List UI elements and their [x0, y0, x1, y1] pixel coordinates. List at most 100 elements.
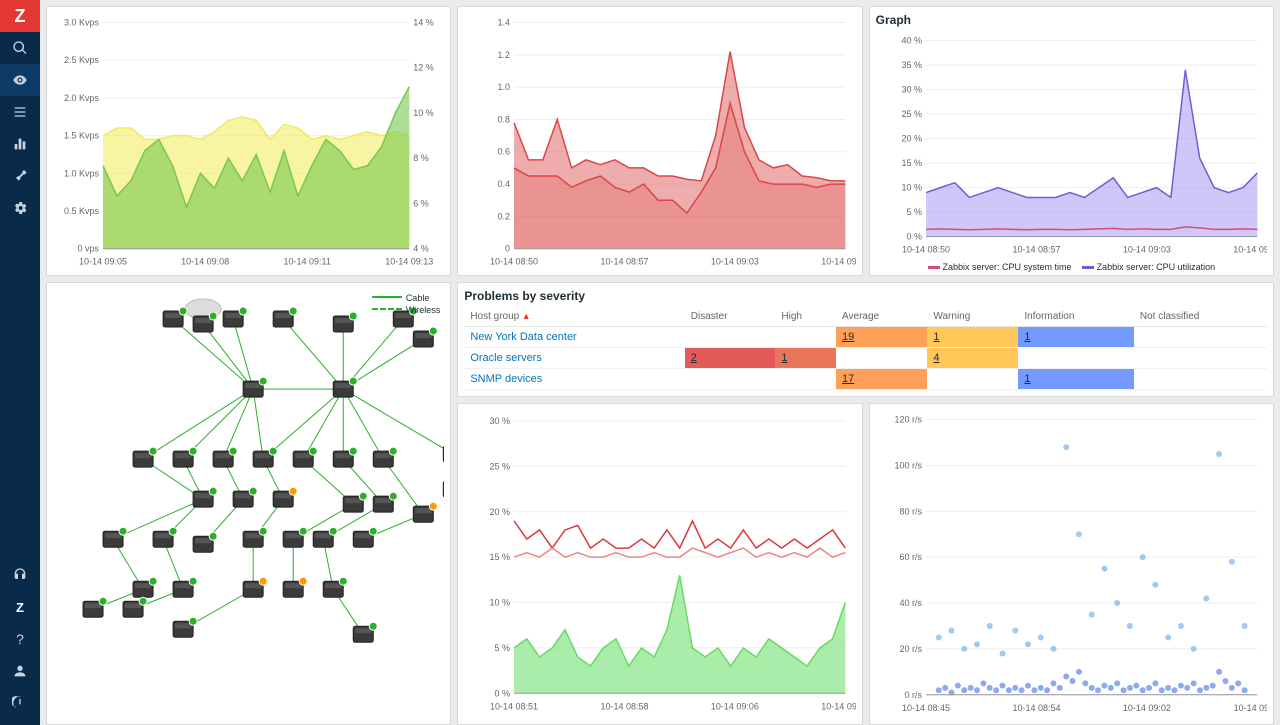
svg-text:10-14 09:02: 10-14 09:02: [1123, 703, 1171, 713]
config-icon[interactable]: [0, 160, 40, 192]
severity-count[interactable]: 1: [1024, 331, 1030, 343]
severity-count[interactable]: 19: [842, 331, 854, 343]
svg-text:20 %: 20 %: [901, 134, 922, 144]
svg-text:10-14 09:11: 10-14 09:11: [1233, 703, 1267, 713]
share-icon[interactable]: Z: [0, 591, 40, 623]
svg-text:1.0 Kvps: 1.0 Kvps: [64, 168, 100, 178]
chart-panel-1: 0 vps0.5 Kvps1.0 Kvps1.5 Kvps2.0 Kvps2.5…: [46, 6, 451, 276]
col-header[interactable]: Information: [1018, 307, 1133, 327]
severity-count[interactable]: 4: [933, 352, 939, 364]
svg-text:10-14 08:57: 10-14 08:57: [601, 257, 649, 267]
col-header[interactable]: Average: [836, 307, 927, 327]
svg-text:120 r/s: 120 r/s: [894, 415, 922, 425]
svg-text:8 %: 8 %: [413, 153, 429, 163]
table-row: Oracle servers 2 1 4: [464, 348, 1267, 369]
severity-count[interactable]: 1: [1024, 373, 1030, 385]
svg-text:10 %: 10 %: [901, 183, 922, 193]
svg-text:20 %: 20 %: [490, 507, 511, 517]
svg-text:0 vps: 0 vps: [78, 244, 100, 254]
severity-count[interactable]: 17: [842, 373, 854, 385]
network-map-panel: Cable Wireless: [46, 282, 451, 725]
inventory-icon[interactable]: [0, 96, 40, 128]
sidebar: Z Z ?: [0, 0, 40, 725]
svg-text:1.0: 1.0: [498, 82, 511, 92]
svg-text:10-14 08:50: 10-14 08:50: [490, 257, 538, 267]
svg-text:0 r/s: 0 r/s: [904, 690, 922, 700]
svg-text:10-14 09:13: 10-14 09:13: [385, 257, 433, 267]
svg-text:10-14 09:03: 10-14 09:03: [711, 257, 759, 267]
svg-text:0.4: 0.4: [498, 179, 511, 189]
col-header[interactable]: High: [775, 307, 836, 327]
svg-text:25 %: 25 %: [901, 109, 922, 119]
panel-title: Graph: [876, 13, 1267, 27]
chart3: 0 %5 %10 %15 %20 %25 %30 %35 %40 %10-14 …: [876, 31, 1267, 260]
svg-text:0.2: 0.2: [498, 211, 511, 221]
panel-title: Problems by severity: [464, 289, 1267, 303]
help-icon[interactable]: ?: [0, 623, 40, 655]
admin-icon[interactable]: [0, 192, 40, 224]
network-map[interactable]: [53, 289, 444, 718]
signout-icon[interactable]: [0, 687, 40, 719]
col-header[interactable]: Host group ▲: [464, 307, 684, 327]
svg-text:10-14 09:10: 10-14 09:10: [1233, 245, 1267, 255]
logo[interactable]: Z: [0, 0, 40, 32]
col-header[interactable]: Warning: [927, 307, 1018, 327]
svg-text:0.6: 0.6: [498, 147, 511, 157]
chart-panel-3: Graph 0 %5 %10 %15 %20 %25 %30 %35 %40 %…: [869, 6, 1274, 276]
severity-count[interactable]: 1: [781, 352, 787, 364]
chart2: 0 0.2 0.4 0.6 0.8 1.0 1.2 1.4 10-14 08:50 10-14 0…: [464, 13, 855, 272]
svg-text:10-14 09:10: 10-14 09:10: [822, 257, 856, 267]
svg-text:80 r/s: 80 r/s: [899, 506, 922, 516]
svg-text:25 %: 25 %: [490, 461, 511, 471]
svg-text:3.0 Kvps: 3.0 Kvps: [64, 18, 100, 28]
svg-text:1.4: 1.4: [498, 18, 511, 28]
svg-text:10-14 08:54: 10-14 08:54: [1012, 703, 1060, 713]
severity-count[interactable]: 2: [691, 352, 697, 364]
svg-text:60 r/s: 60 r/s: [899, 552, 922, 562]
svg-text:35 %: 35 %: [901, 60, 922, 70]
svg-text:0 %: 0 %: [495, 688, 511, 698]
support-icon[interactable]: [0, 559, 40, 591]
svg-text:5 %: 5 %: [906, 207, 922, 217]
chart-panel-5: 0 r/s20 r/s40 r/s60 r/s80 r/s100 r/s120 …: [869, 403, 1274, 725]
chart4: 0 %5 %10 %15 %20 %25 %30 %10-14 08:5110-…: [464, 410, 855, 718]
svg-text:0: 0: [505, 244, 510, 254]
search-icon[interactable]: [0, 32, 40, 64]
svg-text:10-14 08:45: 10-14 08:45: [902, 703, 950, 713]
svg-text:6 %: 6 %: [413, 198, 429, 208]
reports-icon[interactable]: [0, 128, 40, 160]
svg-text:12 %: 12 %: [413, 63, 434, 73]
svg-text:10-14 09:14: 10-14 09:14: [822, 701, 856, 711]
svg-text:14 %: 14 %: [413, 18, 434, 28]
svg-text:10-14 08:58: 10-14 08:58: [601, 701, 649, 711]
svg-text:0.5 Kvps: 0.5 Kvps: [64, 206, 100, 216]
svg-text:15 %: 15 %: [901, 158, 922, 168]
svg-text:10-14 09:05: 10-14 09:05: [79, 257, 127, 267]
user-icon[interactable]: [0, 655, 40, 687]
svg-text:100 r/s: 100 r/s: [894, 460, 922, 470]
monitoring-icon[interactable]: [0, 64, 40, 96]
svg-text:10-14 09:08: 10-14 09:08: [181, 257, 229, 267]
svg-text:10-14 08:51: 10-14 08:51: [490, 701, 538, 711]
host-group-link[interactable]: SNMP devices: [470, 373, 542, 385]
severity-count[interactable]: 1: [933, 331, 939, 343]
col-header[interactable]: Disaster: [685, 307, 776, 327]
svg-text:10-14 08:57: 10-14 08:57: [1012, 245, 1060, 255]
svg-text:4 %: 4 %: [413, 244, 429, 254]
col-header[interactable]: Not classified: [1134, 307, 1267, 327]
problems-table: Host group ▲DisasterHighAverageWarningIn…: [464, 307, 1267, 390]
host-group-link[interactable]: Oracle servers: [470, 352, 542, 364]
dashboard: 0 vps0.5 Kvps1.0 Kvps1.5 Kvps2.0 Kvps2.5…: [40, 0, 1280, 725]
svg-text:10-14 09:03: 10-14 09:03: [1123, 245, 1171, 255]
table-row: New York Data center 19 1 1: [464, 327, 1267, 348]
svg-text:10 %: 10 %: [490, 598, 511, 608]
host-group-link[interactable]: New York Data center: [470, 331, 576, 343]
svg-text:10-14 08:50: 10-14 08:50: [902, 245, 950, 255]
problems-panel: Problems by severity Host group ▲Disaste…: [457, 282, 1274, 397]
svg-text:2.5 Kvps: 2.5 Kvps: [64, 55, 100, 65]
svg-text:20 r/s: 20 r/s: [899, 644, 922, 654]
svg-text:0.8: 0.8: [498, 114, 511, 124]
svg-text:1.2: 1.2: [498, 50, 511, 60]
svg-text:10 %: 10 %: [413, 108, 434, 118]
svg-text:30 %: 30 %: [901, 85, 922, 95]
